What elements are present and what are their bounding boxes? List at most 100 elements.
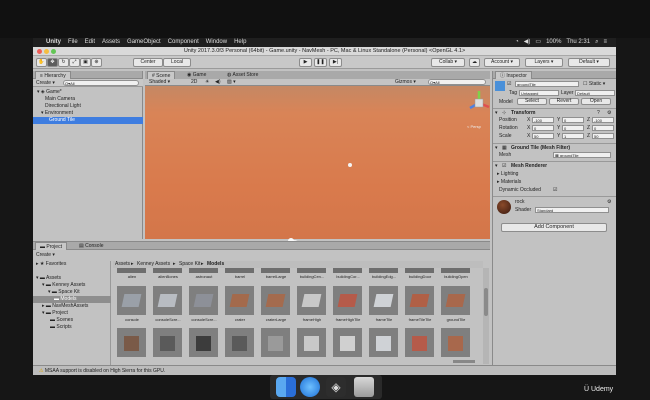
- hierarchy-search-input[interactable]: Q▾All: [63, 80, 139, 86]
- asset-scrollbar-thumb[interactable]: [484, 288, 488, 316]
- asset-thumbnail[interactable]: [225, 286, 254, 315]
- asset-scrollbar[interactable]: [483, 268, 489, 364]
- breadcrumb-space-kit[interactable]: Space Kit: [179, 261, 200, 267]
- asset-thumbnail[interactable]: [297, 328, 326, 357]
- scale-y-field[interactable]: 1: [562, 133, 584, 139]
- hierarchy-item-ground-tile[interactable]: Ground Tile: [33, 117, 143, 124]
- transform-header[interactable]: ▾ ⊹ Transform ? ⚙: [493, 108, 616, 116]
- asset-thumbnail[interactable]: [153, 268, 182, 273]
- tree-item-scripts[interactable]: ▬ Scripts: [50, 324, 72, 330]
- scene-view[interactable]: # Scene ◉ Game ◍ Asset Store Shaded ▾ 2D…: [145, 71, 493, 248]
- tab-scene[interactable]: # Scene: [147, 71, 176, 79]
- tab-game[interactable]: ◉ Game: [183, 71, 210, 79]
- account-dropdown[interactable]: Account ▾: [484, 58, 520, 67]
- tab-console[interactable]: ▤ Console: [75, 242, 107, 250]
- asset-thumbnail[interactable]: [117, 328, 146, 357]
- trash-icon[interactable]: [354, 377, 374, 397]
- asset-thumbnail[interactable]: [189, 268, 218, 273]
- spotlight-icon[interactable]: ⌕: [595, 38, 598, 47]
- materials-foldout[interactable]: ▸ Materials: [497, 179, 521, 185]
- asset-thumbnail[interactable]: [441, 268, 470, 273]
- mesh-filter-header[interactable]: ▾ ▦ Ground Tile (Mesh Filter): [493, 143, 616, 151]
- asset-thumbnail[interactable]: [441, 328, 470, 357]
- position-z-field[interactable]: -100: [592, 117, 614, 123]
- menu-edit[interactable]: Edit: [85, 38, 95, 47]
- menu-window[interactable]: Window: [206, 38, 227, 47]
- asset-thumbnail[interactable]: [369, 286, 398, 315]
- mesh-renderer-header[interactable]: ▾ ☑ Mesh Renderer: [493, 161, 616, 169]
- hierarchy-item-main-camera[interactable]: Main Camera: [45, 96, 75, 102]
- tag-dropdown[interactable]: Untagged: [519, 90, 559, 96]
- layers-dropdown[interactable]: Layers ▾: [525, 58, 563, 67]
- position-x-field[interactable]: -100: [532, 117, 554, 123]
- rotate-tool-button[interactable]: ↻: [58, 58, 69, 67]
- volume-icon[interactable]: ◀): [524, 38, 531, 47]
- layout-dropdown[interactable]: Default ▾: [568, 58, 610, 67]
- scene-search-input[interactable]: Q▾All: [428, 79, 486, 85]
- icon-size-slider[interactable]: [453, 360, 475, 363]
- 2d-toggle[interactable]: 2D: [191, 79, 197, 85]
- tree-item-space-kit[interactable]: ▾ ▬ Space Kit: [48, 289, 80, 295]
- safari-icon[interactable]: [300, 377, 320, 397]
- asset-thumbnail[interactable]: [261, 286, 290, 315]
- dynamic-occluded-checkbox[interactable]: ☑: [553, 187, 557, 193]
- zoom-window-button[interactable]: [51, 49, 56, 54]
- rotation-y-field[interactable]: 0: [562, 125, 584, 131]
- position-y-field[interactable]: 0: [562, 117, 584, 123]
- active-checkbox[interactable]: ☑: [507, 81, 511, 87]
- collab-button[interactable]: Collab ▾: [431, 58, 465, 67]
- tree-item-scenes[interactable]: ▬ Scenes: [50, 317, 73, 323]
- scale-z-field[interactable]: 50: [592, 133, 614, 139]
- menu-gameobject[interactable]: GameObject: [127, 38, 161, 47]
- material-settings-icon[interactable]: ⚙: [607, 199, 611, 205]
- object-name-field[interactable]: groundTile: [515, 81, 579, 87]
- asset-thumbnail[interactable]: [297, 286, 326, 315]
- gizmos-dropdown[interactable]: Gizmos ▾: [395, 79, 416, 85]
- menu-file[interactable]: File: [68, 38, 78, 47]
- minimize-window-button[interactable]: [44, 49, 49, 54]
- tab-inspector[interactable]: ⓘ Inspector: [495, 71, 532, 79]
- pause-button[interactable]: ❚❚: [314, 58, 327, 67]
- asset-thumbnail[interactable]: [117, 286, 146, 315]
- model-select-button[interactable]: Select: [517, 98, 547, 105]
- asset-thumbnail[interactable]: [405, 328, 434, 357]
- menu-component[interactable]: Component: [168, 38, 199, 47]
- rotation-z-field[interactable]: 0: [592, 125, 614, 131]
- help-icon[interactable]: ?: [597, 110, 600, 116]
- tree-item-project[interactable]: ▾ ▬ Project: [42, 310, 68, 316]
- close-window-button[interactable]: [37, 49, 42, 54]
- tab-asset-store[interactable]: ◍ Asset Store: [223, 71, 262, 79]
- lighting-foldout[interactable]: ▸ Lighting: [497, 171, 518, 177]
- step-button[interactable]: ▶|: [329, 58, 342, 67]
- asset-thumbnail[interactable]: [333, 328, 362, 357]
- hierarchy-create-button[interactable]: Create ▾: [36, 80, 55, 86]
- add-component-button[interactable]: Add Component: [501, 223, 607, 232]
- asset-thumbnail[interactable]: [189, 328, 218, 357]
- material-preview-sphere[interactable]: [497, 200, 511, 214]
- menu-unity[interactable]: Unity: [46, 38, 61, 47]
- shading-mode-dropdown[interactable]: Shaded ▾: [149, 79, 170, 85]
- hand-tool-button[interactable]: ✋: [36, 58, 47, 67]
- asset-thumbnail[interactable]: [117, 268, 146, 273]
- status-message[interactable]: MSAA support is disabled on High Sierra …: [45, 368, 165, 374]
- unity-icon[interactable]: ◈: [326, 377, 346, 397]
- asset-thumbnail[interactable]: [225, 268, 254, 273]
- breadcrumb-models[interactable]: Models: [207, 261, 224, 267]
- finder-icon[interactable]: [276, 377, 296, 397]
- scene-root[interactable]: ▾ ◈ Game*: [37, 89, 62, 95]
- asset-thumbnail[interactable]: [225, 328, 254, 357]
- asset-thumbnail[interactable]: [297, 268, 326, 273]
- tab-project[interactable]: ▬ Project: [35, 242, 67, 250]
- notification-icon[interactable]: ≡: [603, 38, 607, 47]
- rotation-x-field[interactable]: 0: [532, 125, 554, 131]
- asset-thumbnail[interactable]: [153, 328, 182, 357]
- rect-tool-button[interactable]: ▣: [80, 58, 91, 67]
- mesh-renderer-checkbox[interactable]: ☑: [502, 163, 506, 169]
- asset-thumbnail[interactable]: [189, 286, 218, 315]
- cloud-button[interactable]: ☁: [469, 58, 480, 67]
- shader-dropdown[interactable]: Standard: [535, 207, 609, 213]
- model-revert-button[interactable]: Revert: [549, 98, 579, 105]
- tree-item-assets[interactable]: ▾ ▬ Assets: [36, 275, 61, 281]
- project-create-button[interactable]: Create ▾: [36, 252, 55, 258]
- orientation-gizmo[interactable]: [465, 89, 493, 123]
